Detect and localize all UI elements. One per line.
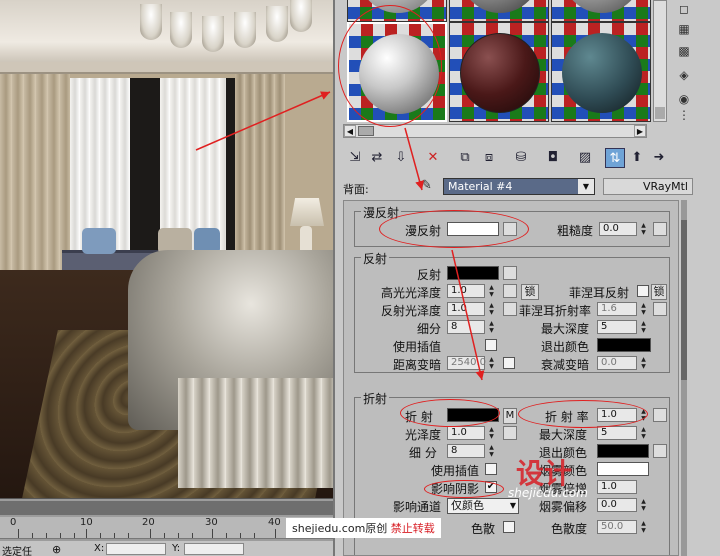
watermark-site: shejiedu.com bbox=[292, 522, 366, 535]
watermark-original: 原创 bbox=[365, 522, 388, 535]
watermark-banner: shejiedu.com原创 禁止转载 bbox=[286, 518, 441, 538]
annotation-arrows bbox=[195, 91, 485, 381]
watermark-logo-url: shejiedu.com bbox=[508, 486, 588, 500]
watermark-no-repost: 禁止转载 bbox=[390, 522, 435, 535]
